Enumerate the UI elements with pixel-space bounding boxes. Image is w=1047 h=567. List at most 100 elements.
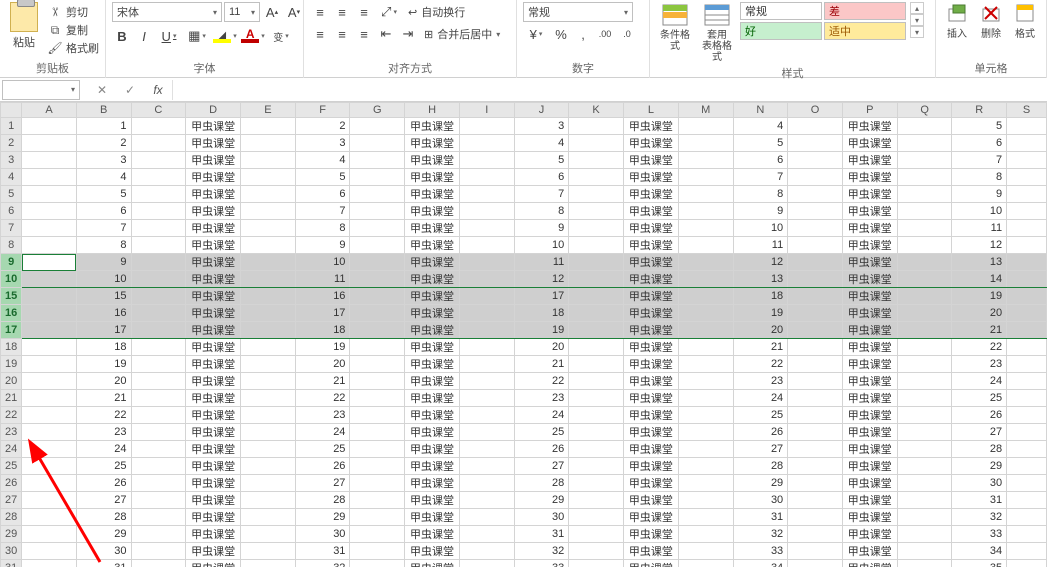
cell[interactable] bbox=[1007, 203, 1047, 220]
bold-button[interactable]: B bbox=[112, 26, 132, 46]
cell[interactable]: 18 bbox=[733, 288, 788, 305]
fill-color-button[interactable]: ◢ bbox=[212, 26, 238, 46]
row-header[interactable]: 2 bbox=[1, 135, 22, 152]
column-header[interactable]: N bbox=[733, 103, 788, 118]
column-header[interactable]: S bbox=[1007, 103, 1047, 118]
cell[interactable]: 甲虫课堂 bbox=[186, 322, 241, 339]
gallery-down-icon[interactable]: ▾ bbox=[910, 14, 924, 26]
cell[interactable] bbox=[897, 288, 952, 305]
cell[interactable]: 甲虫课堂 bbox=[186, 356, 241, 373]
cell[interactable] bbox=[897, 305, 952, 322]
row-header[interactable]: 25 bbox=[1, 458, 22, 475]
cell[interactable]: 甲虫课堂 bbox=[842, 237, 897, 254]
row-header[interactable]: 21 bbox=[1, 390, 22, 407]
cell[interactable]: 22 bbox=[76, 407, 131, 424]
cell[interactable]: 32 bbox=[952, 509, 1007, 526]
cell[interactable] bbox=[678, 543, 733, 560]
gallery-scroll[interactable]: ▴ ▾ ▾ bbox=[910, 2, 924, 38]
cell[interactable]: 甲虫课堂 bbox=[186, 288, 241, 305]
cell[interactable]: 24 bbox=[514, 407, 569, 424]
cell[interactable] bbox=[350, 373, 405, 390]
cell[interactable]: 4 bbox=[733, 118, 788, 135]
row-header[interactable]: 19 bbox=[1, 356, 22, 373]
select-all-corner[interactable] bbox=[1, 103, 22, 118]
cell[interactable]: 5 bbox=[952, 118, 1007, 135]
align-top-button[interactable]: ≡ bbox=[310, 2, 330, 22]
cell[interactable] bbox=[241, 509, 296, 526]
cell[interactable]: 甲虫课堂 bbox=[623, 288, 678, 305]
cell[interactable]: 24 bbox=[733, 390, 788, 407]
cell[interactable]: 甲虫课堂 bbox=[623, 169, 678, 186]
cell[interactable] bbox=[788, 322, 843, 339]
style-mid[interactable]: 适中 bbox=[824, 22, 906, 40]
cell[interactable]: 23 bbox=[733, 373, 788, 390]
cell[interactable] bbox=[788, 118, 843, 135]
cell[interactable] bbox=[350, 271, 405, 288]
cell[interactable] bbox=[678, 152, 733, 169]
cell[interactable] bbox=[22, 424, 77, 441]
cell[interactable] bbox=[897, 271, 952, 288]
cell[interactable]: 25 bbox=[295, 441, 350, 458]
cell[interactable] bbox=[788, 441, 843, 458]
cell[interactable]: 甲虫课堂 bbox=[405, 441, 460, 458]
cell[interactable]: 甲虫课堂 bbox=[186, 118, 241, 135]
cell[interactable]: 18 bbox=[295, 322, 350, 339]
cell[interactable] bbox=[241, 288, 296, 305]
column-header[interactable]: D bbox=[186, 103, 241, 118]
cell[interactable]: 甲虫课堂 bbox=[405, 322, 460, 339]
cell[interactable] bbox=[460, 135, 515, 152]
cell[interactable]: 33 bbox=[952, 526, 1007, 543]
column-header[interactable]: F bbox=[295, 103, 350, 118]
cell[interactable] bbox=[1007, 118, 1047, 135]
cell[interactable]: 19 bbox=[514, 322, 569, 339]
cell[interactable] bbox=[22, 254, 77, 271]
cell[interactable]: 32 bbox=[514, 543, 569, 560]
cell[interactable]: 8 bbox=[295, 220, 350, 237]
cell[interactable]: 30 bbox=[952, 475, 1007, 492]
cell[interactable]: 甲虫课堂 bbox=[623, 237, 678, 254]
cell[interactable] bbox=[241, 356, 296, 373]
cell[interactable]: 13 bbox=[952, 254, 1007, 271]
cell[interactable]: 18 bbox=[76, 339, 131, 356]
cell[interactable] bbox=[131, 152, 186, 169]
cell[interactable] bbox=[22, 560, 77, 567]
cell[interactable]: 甲虫课堂 bbox=[405, 305, 460, 322]
cell[interactable] bbox=[131, 424, 186, 441]
cell[interactable] bbox=[569, 203, 624, 220]
cell[interactable] bbox=[897, 560, 952, 567]
cell[interactable]: 24 bbox=[76, 441, 131, 458]
cell[interactable] bbox=[22, 237, 77, 254]
cell[interactable] bbox=[350, 407, 405, 424]
cell[interactable] bbox=[788, 407, 843, 424]
cell[interactable]: 甲虫课堂 bbox=[623, 220, 678, 237]
cell[interactable]: 23 bbox=[76, 424, 131, 441]
cell[interactable]: 甲虫课堂 bbox=[405, 458, 460, 475]
cell[interactable]: 甲虫课堂 bbox=[623, 135, 678, 152]
cell[interactable]: 5 bbox=[733, 135, 788, 152]
cell[interactable]: 甲虫课堂 bbox=[186, 169, 241, 186]
cell[interactable]: 9 bbox=[733, 203, 788, 220]
cell[interactable]: 5 bbox=[76, 186, 131, 203]
cell[interactable]: 甲虫课堂 bbox=[842, 135, 897, 152]
cell[interactable]: 15 bbox=[76, 288, 131, 305]
cell[interactable] bbox=[22, 356, 77, 373]
cell[interactable] bbox=[569, 509, 624, 526]
cell[interactable]: 6 bbox=[952, 135, 1007, 152]
cell[interactable]: 甲虫课堂 bbox=[623, 322, 678, 339]
cell[interactable]: 甲虫课堂 bbox=[623, 509, 678, 526]
cell[interactable] bbox=[788, 135, 843, 152]
cell[interactable]: 7 bbox=[76, 220, 131, 237]
cell[interactable]: 甲虫课堂 bbox=[842, 492, 897, 509]
cell[interactable]: 甲虫课堂 bbox=[405, 356, 460, 373]
cell[interactable] bbox=[22, 305, 77, 322]
cell[interactable]: 甲虫课堂 bbox=[623, 390, 678, 407]
cell[interactable] bbox=[460, 526, 515, 543]
cell[interactable] bbox=[22, 407, 77, 424]
cell[interactable] bbox=[678, 390, 733, 407]
cell[interactable] bbox=[897, 407, 952, 424]
cell[interactable] bbox=[131, 373, 186, 390]
row-header[interactable]: 31 bbox=[1, 560, 22, 567]
cell[interactable]: 20 bbox=[295, 356, 350, 373]
cell[interactable]: 甲虫课堂 bbox=[405, 237, 460, 254]
cell[interactable]: 7 bbox=[733, 169, 788, 186]
